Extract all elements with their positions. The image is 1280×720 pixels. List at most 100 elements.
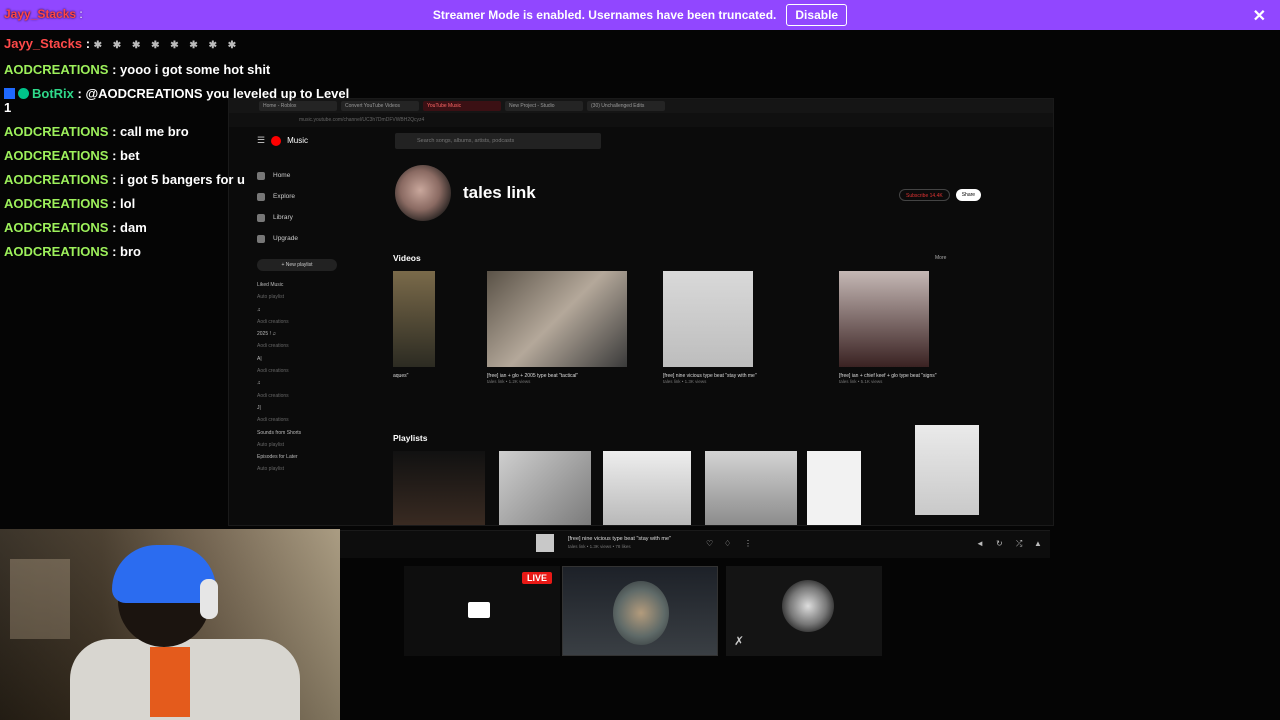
chat-message: AODCREATIONS : dam [4,216,384,240]
videos-heading: Videos [393,253,421,263]
verified-badge-icon [18,88,29,99]
library-item[interactable]: Sounds from Shorts Auto playlist [257,427,357,452]
webcam-feed [0,529,340,720]
library-item[interactable]: Liked Music Auto playlist [257,279,357,304]
chat-text: : lol [108,196,136,211]
call-tile-participant[interactable] [562,566,718,656]
music-player-bar: [free] nine vicious type beat "stay with… [340,530,1050,558]
library-item-sub: Aodi creations [257,318,289,325]
like-icon[interactable]: ♢ [724,539,731,548]
mod-badge-icon [4,88,15,99]
library-item-title: A| [257,355,262,362]
video-stats: tales link • 1.3K views [663,379,707,384]
library-item-sub: Auto playlist [257,294,284,301]
chat-message: AODCREATIONS : call me bro [4,120,384,144]
now-playing-title: [free] nine vicious type beat "stay with… [568,536,671,542]
chat-username: AODCREATIONS [4,244,109,259]
library-item-sub: Auto playlist [257,441,284,448]
chat-username: AODCREATIONS [4,124,109,139]
library-item-title: Sounds from Shorts [257,429,302,436]
streamer-shirt [150,647,190,717]
library-item-sub: Aodi creations [257,417,289,424]
library-item-sub: Aodi creations [257,392,289,399]
more-button[interactable]: More [935,255,946,261]
video-stats: tales link • 5.1K views [839,379,883,384]
browser-tab-active[interactable]: YouTube Music [423,101,501,111]
now-playing-subtitle: tales link • 1.3K views • 78 likes [568,544,631,549]
playlist-thumbnail[interactable] [499,451,591,525]
library-item[interactable]: 2025 ! ♫ Aodi creations [257,328,357,353]
more-options-icon[interactable]: ⋮ [744,539,752,548]
chat-username: AODCREATIONS [4,148,109,163]
chat-username: AODCREATIONS [4,220,109,235]
artist-name: tales link [463,183,536,202]
chat-text: : dam [108,220,147,235]
share-button[interactable]: Share [955,189,982,201]
chat-message: Jayy_Stacks : ✱ ✱ ✱ ✱ ✱ ✱ ✱ ✱ [4,32,384,58]
playlist-thumbnail[interactable] [705,451,797,525]
video-card[interactable]: [free] ian + glo + 2005 type beat "tacti… [487,271,667,384]
library-item-title: ♫ [257,380,261,387]
playlist-thumbnail[interactable] [807,451,861,525]
library-item-title: ♫ [257,306,261,313]
chat-emotes: ✱ ✱ ✱ ✱ ✱ ✱ ✱ ✱ [93,40,241,51]
library-item[interactable]: ♫ Aodi creations [257,304,357,329]
library-item[interactable]: A| Aodi creations [257,353,357,378]
dislike-icon[interactable]: ♡ [706,539,713,548]
playlist-thumbnail[interactable] [393,451,485,525]
chat-text: : bro [108,244,141,259]
chat-message: AODCREATIONS : yooo i got some hot shit [4,58,384,82]
now-playing-art [536,534,554,552]
library-item[interactable]: J| Aodi creations [257,402,357,427]
chat-text: : call me bro [108,124,189,139]
library-item[interactable]: ♫ Aodi creations [257,377,357,402]
library-item-title: 2025 ! ♫ [257,331,277,338]
playlist-thumbnail[interactable] [915,425,979,515]
chat-message: AODCREATIONS : i got 5 bangers for u [4,168,384,192]
banner-overlap-chat: Jayy_Stacks : [4,7,83,21]
muted-mic-icon: ✗ [734,634,745,648]
chat-text: 1 [4,100,12,115]
video-card[interactable]: [free] nine vicious type beat "stay with… [663,271,843,384]
video-stats: tales link • 1.2K views [487,379,531,384]
playlists-heading: Playlists [393,433,428,443]
library-item-sub: Auto playlist [257,466,284,473]
chat-text: : bet [108,148,140,163]
chat-overlay: Jayy_Stacks : ✱ ✱ ✱ ✱ ✱ ✱ ✱ ✱ AODCREATIO… [4,32,384,264]
expand-icon[interactable]: ▲ [1034,539,1042,548]
stream-frame: Home - Roblox Convert YouTube Videos You… [0,0,1280,720]
chat-message: BotRix : @AODCREATIONS you leveled up to… [4,82,384,106]
disable-button[interactable]: Disable [786,4,848,26]
video-card[interactable]: [free] ian + chief keef + glo type beat … [839,271,1019,384]
chat-text: : [82,36,94,51]
chat-message: AODCREATIONS : lol [4,192,384,216]
library-item-title: Liked Music [257,282,284,288]
artist-header: tales link [395,165,536,221]
chat-username: Jayy_Stacks [4,36,83,51]
banner-message: Streamer Mode is enabled. Usernames have… [432,8,777,22]
chat-username: AODCREATIONS [4,172,109,187]
chat-username: AODCREATIONS [4,196,109,211]
chat-text: : i got 5 bangers for u [108,172,245,187]
library-item-sub: Aodi creations [257,343,289,350]
volume-icon[interactable]: ◄ [976,539,984,548]
search-input[interactable]: Search songs, albums, artists, podcasts [395,133,601,149]
call-tile-participant[interactable]: ✗ [726,566,882,656]
browser-tab[interactable]: New Project - Studio [505,101,583,111]
browser-tab[interactable]: (30) Unchallenged Edits [587,101,665,111]
playlist-thumbnail[interactable] [603,451,691,525]
close-icon[interactable]: ✕ [1253,6,1266,26]
headphone [200,579,218,619]
shuffle-icon[interactable]: ⤮ [1016,539,1022,549]
library-item[interactable]: Episodes for Later Auto playlist [257,451,357,476]
live-badge: LIVE [521,572,552,584]
library-item-title: Episodes for Later [257,454,298,461]
overlap-user: Jayy_Stacks [4,7,77,21]
call-tile-screen[interactable]: LIVE [404,566,560,656]
repeat-icon[interactable]: ↻ [996,539,1003,548]
library-item-title: J| [257,404,261,411]
video-thumbnail [487,271,627,367]
video-thumbnail [663,271,753,367]
subscribe-button[interactable]: Subscribe 14.4K [899,189,950,201]
chat-username: AODCREATIONS [4,62,109,77]
